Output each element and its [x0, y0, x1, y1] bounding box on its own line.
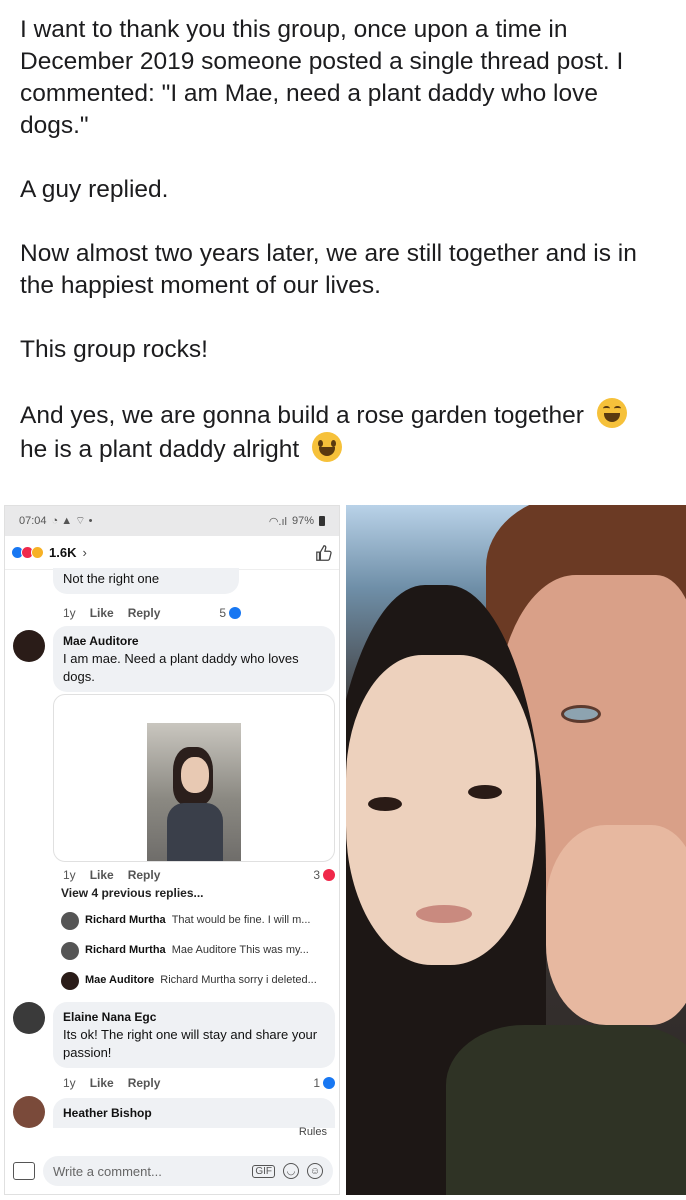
- comment-bubble: Elaine Nana Egc Its ok! The right one wi…: [53, 1002, 335, 1068]
- reply-preview[interactable]: Mae Auditore Richard Murtha sorry i delet…: [85, 974, 335, 986]
- selfie-photo: [147, 723, 241, 861]
- post-paragraph: I want to thank you this group, once upo…: [20, 16, 624, 139]
- like-reaction-icon: [323, 1077, 335, 1089]
- comment-author[interactable]: Elaine Nana Egc: [63, 1008, 325, 1026]
- reply-preview[interactable]: Richard Murtha That would be fine. I will…: [85, 914, 335, 926]
- avatar[interactable]: [13, 1096, 45, 1128]
- laughing-squint-emoji-icon: [596, 398, 627, 428]
- avatar[interactable]: [13, 630, 45, 662]
- comment-meta: 1y Like Reply 3: [63, 868, 335, 882]
- comment: Not the right one: [53, 568, 239, 594]
- view-previous-replies-link[interactable]: View 4 previous replies...: [61, 886, 204, 900]
- avatar[interactable]: [61, 912, 79, 930]
- comment-bubble: Heather Bishop: [53, 1098, 335, 1128]
- reaction-icons: [11, 546, 44, 559]
- comment-text: Not the right one: [63, 571, 160, 586]
- comment-meta: 1y Like Reply 5: [63, 606, 241, 620]
- rules-link[interactable]: Rules: [299, 1126, 327, 1138]
- reaction-badge[interactable]: 1: [313, 1076, 335, 1090]
- comment: Heather Bishop: [53, 1098, 335, 1128]
- post-paragraph: A guy replied.: [20, 176, 169, 203]
- haha-reaction-icon: [31, 546, 44, 559]
- comment-text: Its ok! The right one will stay and shar…: [63, 1027, 318, 1060]
- gif-icon[interactable]: GIF: [252, 1164, 275, 1178]
- reaction-badge[interactable]: 3: [313, 868, 335, 882]
- reactions-bar[interactable]: 1.6K ›: [5, 536, 339, 570]
- comment-bubble: Mae Auditore I am mae. Need a plant dadd…: [53, 626, 335, 692]
- comment-time: 1y: [63, 606, 76, 620]
- comment-time: 1y: [63, 1076, 76, 1090]
- like-link[interactable]: Like: [90, 606, 114, 620]
- facebook-screenshot: 07:04 ◔ ▲ ⌔ • ◠.ıl 97% 1.6K › Not the righ…: [4, 505, 340, 1195]
- like-link[interactable]: Like: [90, 1076, 114, 1090]
- post-paragraph: And yes, we are gonna build a rose garde…: [20, 398, 670, 432]
- battery-level: 97%: [291, 515, 314, 527]
- reaction-count: 1.6K: [49, 545, 77, 560]
- battery-icon: [319, 516, 325, 526]
- reply-text: Mae Auditore This was my...: [171, 944, 309, 956]
- reply-link[interactable]: Reply: [128, 606, 161, 620]
- avatar[interactable]: [13, 1002, 45, 1034]
- avatar[interactable]: [61, 972, 79, 990]
- like-link[interactable]: Like: [90, 868, 114, 882]
- comment-bubble: Not the right one: [53, 568, 239, 594]
- emoji-icon[interactable]: ☺: [307, 1163, 323, 1179]
- avatar[interactable]: [61, 942, 79, 960]
- reply-author: Richard Murtha: [85, 944, 166, 956]
- post-paragraph: Now almost two years later, we are still…: [20, 240, 637, 299]
- reply-text: Richard Murtha sorry i deleted...: [160, 974, 317, 986]
- comment-author[interactable]: Mae Auditore: [63, 632, 325, 650]
- comment: Elaine Nana Egc Its ok! The right one wi…: [53, 1002, 335, 1068]
- reply-author: Mae Auditore: [85, 974, 155, 986]
- post-text-span: And yes, we are gonna build a rose garde…: [20, 402, 584, 429]
- reply-link[interactable]: Reply: [128, 868, 161, 882]
- comment-placeholder: Write a comment...: [53, 1163, 162, 1179]
- like-reaction-icon: [229, 607, 241, 619]
- reaction-badge[interactable]: 5: [219, 606, 241, 620]
- comment-text: I am mae. Need a plant daddy who loves d…: [63, 651, 299, 684]
- reply-text: That would be fine. I will m...: [171, 914, 311, 926]
- thumbs-up-icon[interactable]: [315, 544, 333, 562]
- reaction-badge-count: 5: [219, 606, 226, 620]
- post-body: I want to thank you this group, once upo…: [20, 14, 670, 466]
- reply-author: Richard Murtha: [85, 914, 166, 926]
- comment-image[interactable]: [53, 694, 335, 862]
- sticker-icon[interactable]: ◡: [283, 1163, 299, 1179]
- comment-input[interactable]: Write a comment... GIF ◡ ☺: [43, 1156, 333, 1186]
- grinning-emoji-icon: [312, 432, 343, 462]
- reaction-badge-count: 3: [313, 868, 320, 882]
- reply-link[interactable]: Reply: [128, 1076, 161, 1090]
- post-paragraph: he is a plant daddy alright: [20, 432, 670, 466]
- image-collage: 07:04 ◔ ▲ ⌔ • ◠.ıl 97% 1.6K › Not the righ…: [0, 505, 686, 1195]
- post-text-span: he is a plant daddy alright: [20, 436, 300, 463]
- camera-icon[interactable]: [13, 1162, 35, 1180]
- chevron-right-icon: ›: [82, 545, 87, 560]
- status-bar: 07:04 ◔ ▲ ⌔ • ◠.ıl 97%: [5, 506, 339, 536]
- notification-icons: ◔ ▲ ⌔ •: [51, 515, 93, 527]
- reaction-badge-count: 1: [313, 1076, 320, 1090]
- comment-meta: 1y Like Reply 1: [63, 1076, 335, 1090]
- wifi-signal-icon: ◠.ıl: [268, 515, 287, 528]
- comment: Mae Auditore I am mae. Need a plant dadd…: [53, 626, 335, 692]
- couple-selfie-photo: [346, 505, 686, 1195]
- reply-preview[interactable]: Richard Murtha Mae Auditore This was my..…: [85, 944, 335, 956]
- comment-author[interactable]: Heather Bishop: [63, 1104, 325, 1122]
- post-paragraph: This group rocks!: [20, 336, 208, 363]
- love-reaction-icon: [323, 869, 335, 881]
- status-time: 07:04: [19, 515, 47, 527]
- comment-composer: Write a comment... GIF ◡ ☺: [5, 1146, 339, 1194]
- comment-time: 1y: [63, 868, 76, 882]
